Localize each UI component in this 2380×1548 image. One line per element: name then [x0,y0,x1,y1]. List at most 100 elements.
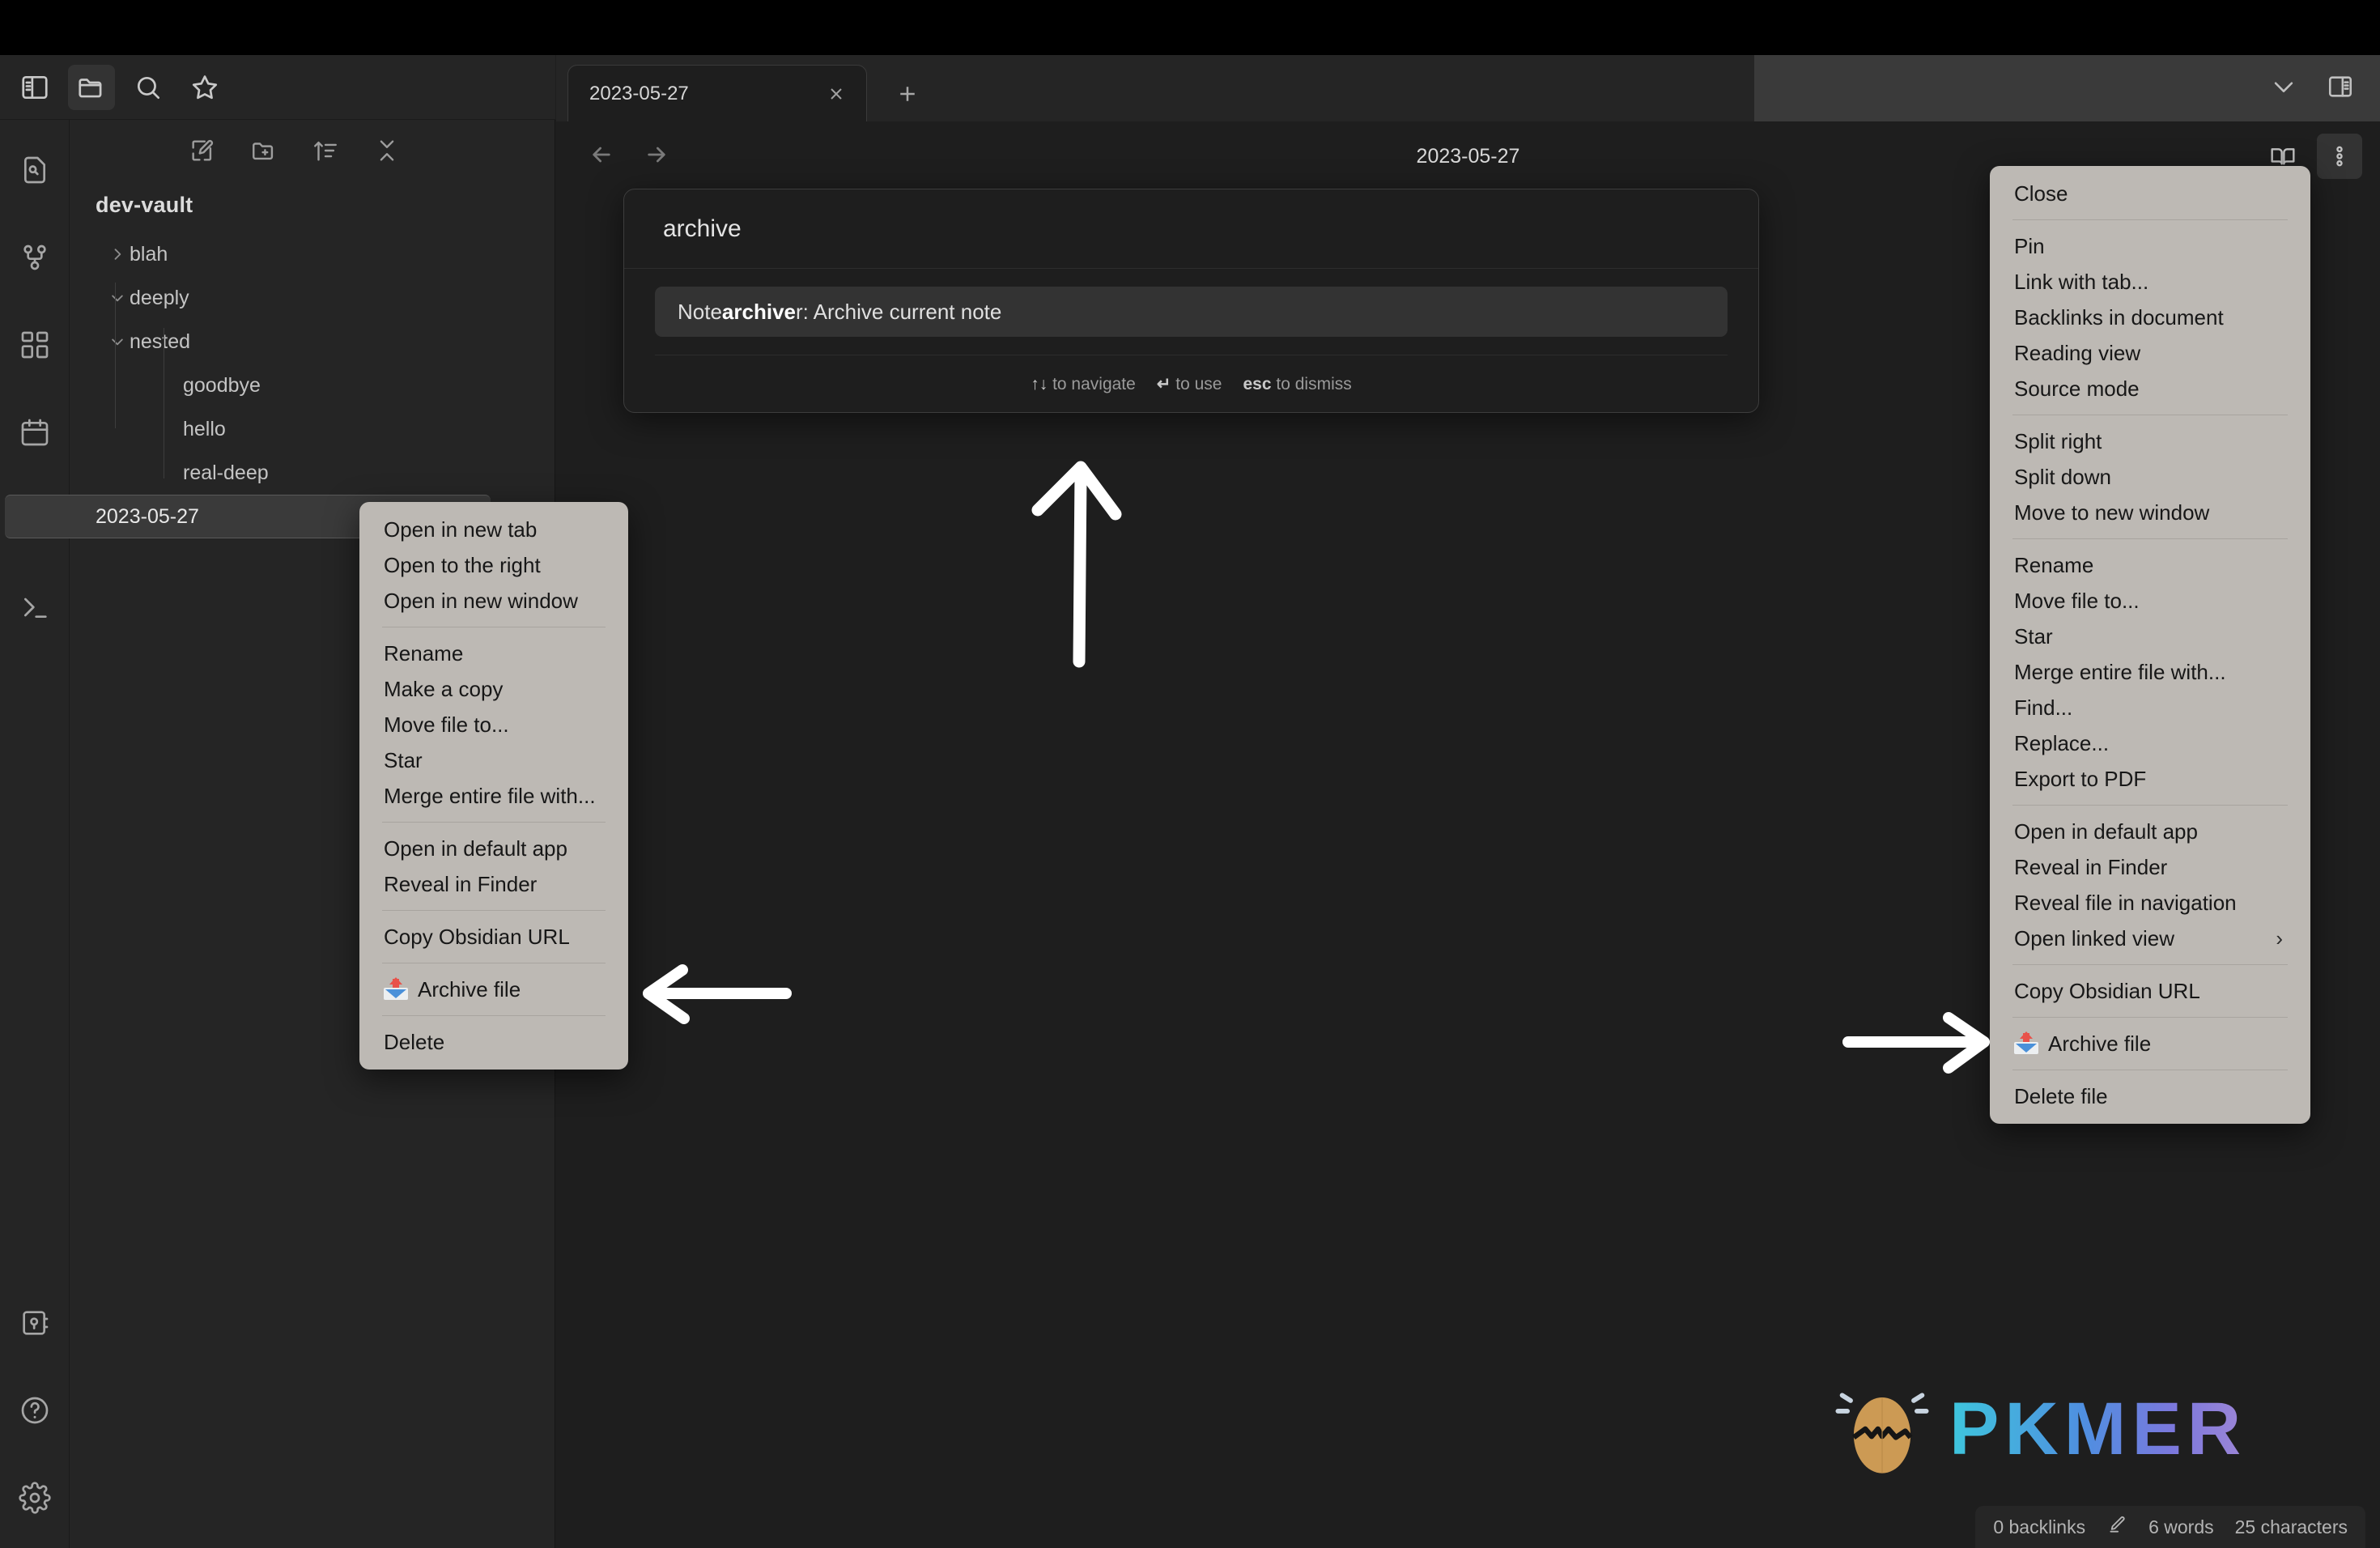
command-palette-result-item[interactable]: Note archive r: Archive current note [655,287,1728,337]
status-words[interactable]: 6 words [2148,1516,2214,1538]
sidebar-item-files[interactable] [68,64,115,110]
menu-item-star[interactable]: Star [359,742,628,778]
canvas-icon[interactable] [17,327,53,363]
tree-item-hello[interactable]: hello [79,407,546,451]
menu-item-archive-file[interactable]: Archive file [1990,1026,2310,1061]
menu-item-merge-entire-file-with[interactable]: Merge entire file with... [1990,654,2310,690]
menu-item-backlinks-in-document[interactable]: Backlinks in document [1990,300,2310,335]
menu-item-close[interactable]: Close [1990,176,2310,211]
help-icon[interactable] [17,1393,53,1428]
menu-item-label: Open in new tab [384,517,538,542]
menu-item-pin[interactable]: Pin [1990,228,2310,264]
tree-item-blah[interactable]: blah [79,232,546,276]
tree-item-label: real-deep [183,461,269,484]
vault-icon[interactable] [17,1305,53,1341]
chevron-right-icon[interactable] [105,246,130,262]
star-icon[interactable] [181,65,228,110]
new-folder-icon[interactable] [250,137,278,164]
tab-context-menu: Close Pin Link with tab... Backlinks in … [1990,166,2310,1124]
menu-item-label: Split down [2014,464,2111,489]
new-tab-icon[interactable] [891,78,924,110]
file-search-icon[interactable] [17,152,53,188]
menu-item-rename[interactable]: Rename [359,636,628,671]
menu-item-open-in-default-app[interactable]: Open in default app [1990,814,2310,849]
tree-item-label: 2023-05-27 [96,504,199,528]
menu-item-label: Copy Obsidian URL [384,924,570,949]
tab-2023-05-27[interactable]: 2023-05-27 [567,65,867,121]
ribbon-top-group [17,152,53,625]
menu-item-move-to-new-window[interactable]: Move to new window [1990,495,2310,530]
status-characters[interactable]: 25 characters [2235,1516,2348,1538]
sort-icon[interactable] [312,137,339,164]
menu-item-link-with-tab[interactable]: Link with tab... [1990,264,2310,300]
obsidian-window: dev-vault blah deeply nested goodbye hel… [0,0,2380,1548]
sidebar-toggle-icon[interactable] [11,65,58,110]
tree-guide-line [115,283,116,428]
menu-item-delete-file[interactable]: Delete file [1990,1078,2310,1114]
menu-item-open-in-default-app[interactable]: Open in default app [359,831,628,866]
menu-item-open-to-the-right[interactable]: Open to the right [359,547,628,583]
menu-item-split-down[interactable]: Split down [1990,459,2310,495]
menu-item-open-linked-view[interactable]: Open linked view › [1990,921,2310,956]
new-note-icon[interactable] [189,137,216,164]
graph-icon[interactable] [17,240,53,275]
collapse-all-icon[interactable] [373,137,401,164]
hint-key: ↵ [1156,375,1171,393]
menu-item-delete[interactable]: Delete [359,1024,628,1060]
tree-item-deeply[interactable]: deeply [79,276,546,320]
menu-separator [2012,219,2288,220]
menu-item-label: Split right [2014,428,2102,453]
menu-item-label: Move file to... [2014,588,2140,613]
search-icon[interactable] [125,65,172,110]
menu-item-make-a-copy[interactable]: Make a copy [359,671,628,707]
menu-item-archive-file[interactable]: Archive file [359,972,628,1007]
menu-item-label: Star [384,747,423,772]
menu-item-open-in-new-tab[interactable]: Open in new tab [359,512,628,547]
more-vertical-icon[interactable] [2317,134,2362,179]
menu-item-reveal-file-in-navigation[interactable]: Reveal file in navigation [1990,885,2310,921]
archive-tray-icon [384,977,408,1000]
menu-item-export-to-pdf[interactable]: Export to PDF [1990,761,2310,797]
menu-item-find[interactable]: Find... [1990,690,2310,725]
menu-item-reveal-in-finder[interactable]: Reveal in Finder [1990,849,2310,885]
file-context-menu: Open in new tab Open to the right Open i… [359,502,628,1070]
tree-item-nested[interactable]: nested [79,320,546,364]
result-match: archive [721,299,796,324]
calendar-icon[interactable] [17,415,53,450]
settings-icon[interactable] [17,1480,53,1516]
chevron-down-icon[interactable] [105,334,130,350]
menu-item-replace[interactable]: Replace... [1990,725,2310,761]
command-palette-hints: ↑↓ to navigate ↵ to use esc to dismiss [655,355,1728,412]
menu-separator [382,910,606,911]
menu-item-rename[interactable]: Rename [1990,547,2310,583]
menu-item-label: Make a copy [384,676,504,701]
ribbon-bottom-group [17,1305,53,1516]
menu-item-reveal-in-finder[interactable]: Reveal in Finder [359,866,628,902]
menu-item-split-right[interactable]: Split right [1990,423,2310,459]
menu-item-copy-obsidian-url[interactable]: Copy Obsidian URL [359,919,628,955]
command-palette-input[interactable]: archive [624,189,1758,269]
arrow-left-icon[interactable] [589,142,614,172]
close-icon[interactable] [822,80,850,108]
hint-text: to navigate [1052,374,1136,393]
menu-item-merge-entire-file-with[interactable]: Merge entire file with... [359,778,628,814]
pkmer-egg-logo [1835,1393,1929,1474]
menu-item-reading-view[interactable]: Reading view [1990,335,2310,371]
chevron-down-icon[interactable] [2270,73,2297,104]
menu-item-move-file-to[interactable]: Move file to... [359,707,628,742]
status-backlinks[interactable]: 0 backlinks [1993,1516,2085,1538]
tree-item-real-deep[interactable]: real-deep [79,451,546,495]
result-suffix: r: Archive current note [796,299,1002,324]
menu-item-copy-obsidian-url[interactable]: Copy Obsidian URL [1990,973,2310,1009]
menu-item-move-file-to[interactable]: Move file to... [1990,583,2310,619]
arrow-right-icon[interactable] [644,142,669,172]
tree-item-goodbye[interactable]: goodbye [79,364,546,407]
menu-item-source-mode[interactable]: Source mode [1990,371,2310,406]
chevron-down-icon[interactable] [105,290,130,306]
right-sidebar-icon[interactable] [2327,73,2354,104]
terminal-icon[interactable] [17,589,53,625]
menu-item-label: Export to PDF [2014,766,2147,791]
pkmer-watermark: PKMER [1830,1376,2246,1482]
menu-item-star[interactable]: Star [1990,619,2310,654]
menu-item-open-in-new-window[interactable]: Open in new window [359,583,628,619]
